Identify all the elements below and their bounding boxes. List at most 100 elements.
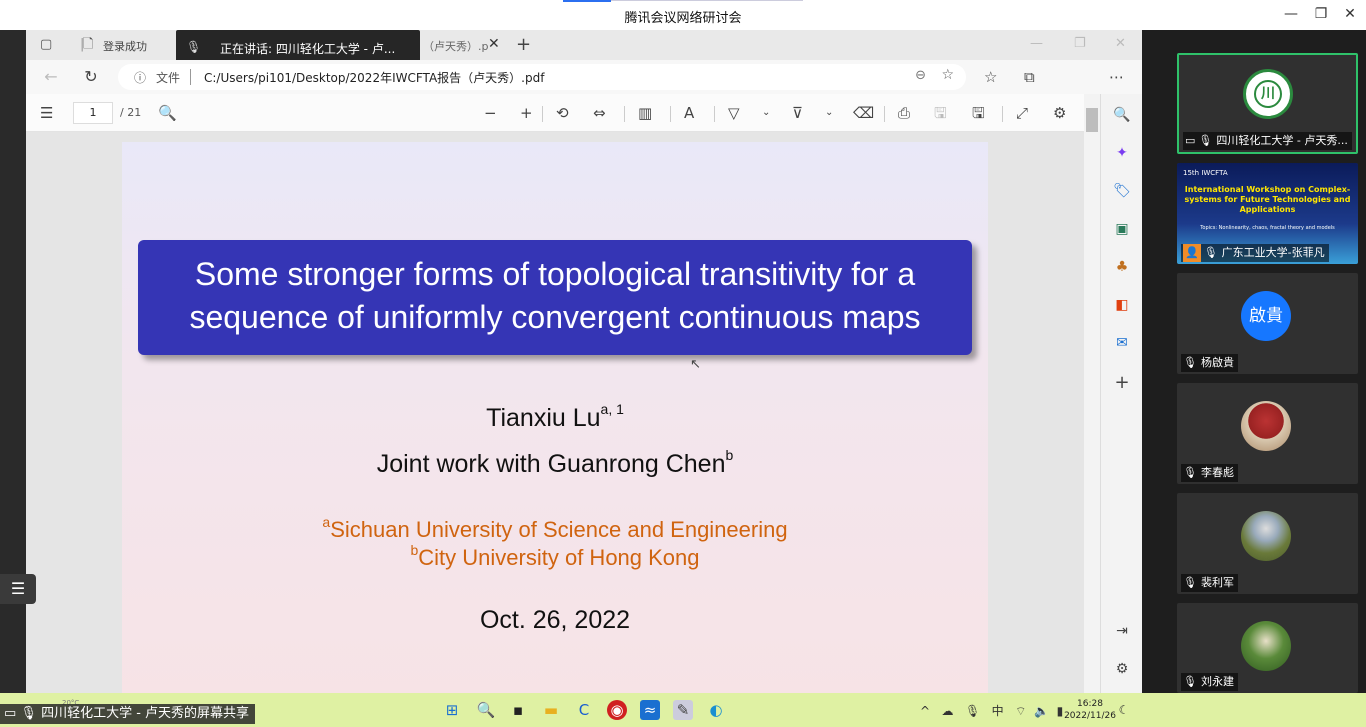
joint-sup: b: [725, 447, 734, 463]
favorites-icon[interactable]: ☆: [984, 68, 997, 86]
mic-icon: 🎙: [20, 706, 42, 721]
toolbar-divider: [1002, 106, 1003, 122]
highlight-dropdown-icon[interactable]: ⌄: [825, 104, 833, 122]
participant-tile[interactable]: 15th IWCFTA International Workshop on Co…: [1177, 163, 1358, 264]
edge-browser-icon[interactable]: ◐: [706, 700, 726, 720]
more-menu-icon[interactable]: ⋯: [1109, 68, 1124, 86]
file-explorer-icon[interactable]: ▬: [541, 700, 561, 720]
restore-button[interactable]: ❐: [1313, 6, 1329, 22]
participant-tile[interactable]: 🎙 李春彪: [1177, 383, 1358, 484]
ime-indicator[interactable]: 中: [992, 704, 1004, 718]
tools-briefcase-icon[interactable]: ▣: [1113, 220, 1131, 238]
url-text[interactable]: C:/Users/pi101/Desktop/2022年IWCFTA报告（卢天秀…: [204, 69, 544, 86]
read-aloud-icon[interactable]: A: [684, 104, 694, 122]
system-clock[interactable]: 16:28 2022/11/26: [1064, 698, 1116, 722]
university-logo-icon: 川: [1243, 69, 1293, 119]
file-label: 文件: [156, 71, 181, 85]
scroll-thumb[interactable]: [1086, 108, 1098, 132]
toolbar-divider: [624, 106, 625, 122]
tray-chevron-icon[interactable]: ^: [920, 704, 930, 718]
sidebar-search-icon[interactable]: 🔍: [1113, 106, 1131, 124]
copilot-sparkle-icon[interactable]: ✦: [1113, 144, 1131, 162]
settings-gear-icon[interactable]: ⚙: [1053, 104, 1066, 122]
eraser-icon[interactable]: ⌫: [853, 104, 874, 122]
tab-close-icon[interactable]: ✕: [488, 36, 500, 52]
games-icon[interactable]: ♣: [1113, 258, 1131, 276]
slide-affiliation-2: bCity University of Hong Kong: [122, 542, 988, 571]
save-as-icon[interactable]: 🖫: [972, 104, 985, 122]
battery-icon[interactable]: ▮: [1057, 704, 1064, 718]
toolbar-divider: [884, 106, 885, 122]
notification-icon[interactable]: ☾: [1114, 700, 1134, 720]
page-view-icon[interactable]: ▥: [638, 104, 652, 122]
address-bar[interactable]: ⓘ 文件 C:/Users/pi101/Desktop/2022年IWCFTA报…: [118, 64, 966, 90]
taskbar-search-icon[interactable]: 🔍: [476, 700, 496, 720]
refresh-icon[interactable]: ↻: [82, 68, 100, 86]
collections-icon[interactable]: ⧉: [1024, 68, 1035, 86]
app-red-icon[interactable]: ◉: [607, 700, 627, 720]
pdf-scrollbar[interactable]: [1084, 94, 1100, 693]
pdf-viewport[interactable]: Some stronger forms of topological trans…: [26, 132, 1084, 693]
author-sup: a, 1: [600, 401, 624, 417]
office-icon[interactable]: ◧: [1113, 296, 1131, 314]
sidebar-panel-icon[interactable]: ⇥: [1113, 622, 1131, 640]
browser-close-icon[interactable]: ✕: [1115, 36, 1126, 51]
meeting-app-icon[interactable]: ≈: [640, 700, 660, 720]
tab-actions-icon[interactable]: ▢: [40, 37, 56, 53]
contents-list-icon[interactable]: ☰: [40, 104, 53, 122]
info-icon[interactable]: ⓘ: [134, 69, 146, 86]
logo-seal-text: 川: [1254, 80, 1282, 108]
screen-share-banner[interactable]: ▭ 🎙 四川轻化工大学 - 卢天秀的屏幕共享: [0, 704, 256, 724]
participant-tile[interactable]: 🎙 刘永建: [1177, 603, 1358, 693]
meeting-list-button[interactable]: ☰: [0, 574, 36, 604]
outlook-icon[interactable]: ✉: [1113, 334, 1131, 352]
favorite-star-icon[interactable]: ☆: [941, 67, 954, 83]
initials-avatar: 啟貴: [1241, 291, 1291, 341]
sidebar-add-icon[interactable]: +: [1113, 374, 1131, 392]
highlight-icon[interactable]: ⊽: [792, 104, 803, 122]
rotate-icon[interactable]: ⟲: [556, 104, 569, 122]
slide-affiliation-1: aSichuan University of Science and Engin…: [122, 514, 988, 543]
slide-title-box: Some stronger forms of topological trans…: [138, 240, 972, 355]
wifi-icon[interactable]: ⌔: [1015, 704, 1026, 718]
minimize-button[interactable]: —: [1283, 6, 1299, 22]
taskbar: 20°C ▭ 🎙 四川轻化工大学 - 卢天秀的屏幕共享 ⊞ 🔍 ▪ ▬ C ◉ …: [0, 693, 1366, 727]
participant-tile[interactable]: 🎙 裴利军: [1177, 493, 1358, 594]
fit-page-icon[interactable]: ⇔: [593, 104, 606, 122]
tab-strip: ▢ | 🗋 登录成功 🎙 正在讲话: 四川轻化工大学 - 卢... （卢天秀）.…: [26, 30, 1142, 64]
search-icon[interactable]: 🔍: [158, 104, 177, 122]
fullscreen-icon[interactable]: ⤢: [1016, 104, 1028, 122]
slide-author: Tianxiu Lua, 1: [122, 401, 988, 433]
zoom-in-icon[interactable]: +: [520, 104, 533, 122]
task-view-icon[interactable]: ▪: [508, 700, 528, 720]
draw-icon[interactable]: ▽: [728, 104, 740, 122]
draw-dropdown-icon[interactable]: ⌄: [762, 104, 770, 122]
zoom-icon[interactable]: ⊖: [915, 68, 926, 83]
new-tab-button[interactable]: +: [516, 34, 531, 55]
page-number-input[interactable]: 1: [73, 102, 113, 124]
start-windows-icon[interactable]: ⊞: [442, 700, 462, 720]
pdf-toolbar: ☰ 1 / 21 🔍 − + ⟲ ⇔ ▥ A ▽ ⌄ ⊽ ⌄ ⌫ ⎙ 🖫 🖫 ⤢…: [26, 94, 1094, 132]
tab-pdf[interactable]: （卢天秀）.p: [423, 38, 488, 54]
shopping-tag-icon[interactable]: 🏷: [1113, 182, 1131, 200]
browser-minimize-icon[interactable]: —: [1030, 36, 1043, 51]
sidebar-settings-icon[interactable]: ⚙: [1113, 660, 1131, 678]
participant-tile[interactable]: 啟貴 🎙 杨啟貴: [1177, 273, 1358, 374]
close-button[interactable]: ✕: [1342, 6, 1358, 22]
tray-mic-icon[interactable]: 🎙: [965, 704, 980, 718]
participant-tile[interactable]: 川 ▭ 🎙 四川轻化工大学 - 卢天秀...: [1177, 53, 1358, 154]
volume-icon[interactable]: 🔈: [1034, 704, 1049, 718]
tab-login[interactable]: 登录成功: [103, 38, 147, 54]
app-tools-icon[interactable]: ✎: [673, 700, 693, 720]
screen-share-icon: ▭: [4, 706, 21, 721]
save-icon[interactable]: 🖫: [934, 104, 947, 122]
mic-muted-icon: 🎙: [186, 40, 202, 54]
onedrive-icon[interactable]: ☁: [942, 704, 954, 718]
back-arrow-icon[interactable]: ←: [42, 68, 60, 86]
zoom-out-icon[interactable]: −: [484, 104, 497, 122]
print-icon[interactable]: ⎙: [898, 104, 910, 122]
app-c-icon[interactable]: C: [574, 700, 594, 720]
browser-restore-icon[interactable]: ❐: [1074, 36, 1086, 51]
participant-name-text: 裴利军: [1200, 576, 1234, 589]
document-icon: 🗋: [83, 37, 94, 52]
